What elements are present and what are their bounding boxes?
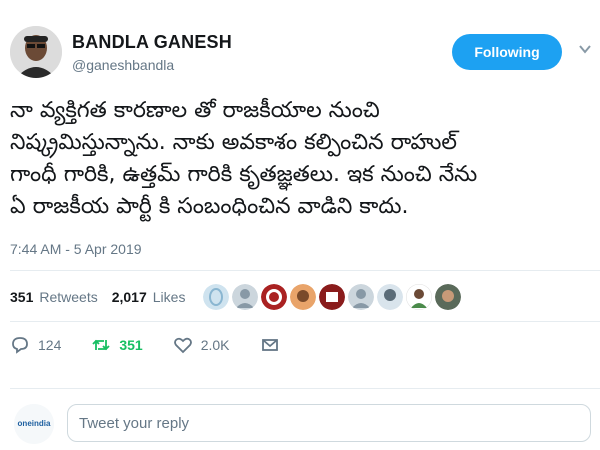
user-handle[interactable]: @ganeshbandla xyxy=(72,57,174,73)
avatar[interactable] xyxy=(10,26,62,78)
retweet-count: 351 xyxy=(119,337,143,353)
message-button[interactable] xyxy=(260,335,280,355)
tweet-text: నా వ్యక్తిగత కారణాల తో రాజకీయాల నుంచి ని… xyxy=(10,95,595,223)
like-button[interactable]: 2.0K xyxy=(173,335,230,355)
likes-count[interactable]: 2,017 xyxy=(112,289,147,305)
tweet-line: ఏ రాజకీయ పార్టీ కి సంబంధించిన వాడిని కాద… xyxy=(10,194,409,219)
liker-avatar[interactable] xyxy=(406,284,432,310)
likes-label[interactable]: Likes xyxy=(153,289,186,305)
divider xyxy=(10,388,600,389)
engagement-stats: 351 Retweets 2,017 Likes xyxy=(10,289,185,305)
chevron-down-icon[interactable] xyxy=(578,42,592,56)
divider xyxy=(10,321,600,322)
reply-input[interactable] xyxy=(67,404,591,442)
envelope-icon xyxy=(261,339,278,351)
liker-avatar[interactable] xyxy=(435,284,461,310)
liker-avatar[interactable] xyxy=(203,284,229,310)
retweet-button[interactable]: 351 xyxy=(91,335,143,355)
reply-icon xyxy=(12,337,28,354)
tweet-line: గాంధీ గారికి, ఉత్తమ్ గారికి కృతజ్ఞతలు. ఇ… xyxy=(10,162,478,187)
tweet-actions: 124 351 2.0K xyxy=(10,335,310,355)
liker-avatar[interactable] xyxy=(319,284,345,310)
tweet-line: నా వ్యక్తిగత కారణాల తో రాజకీయాల నుంచి xyxy=(10,98,380,123)
following-button[interactable]: Following xyxy=(452,34,562,70)
liker-avatars xyxy=(203,284,461,310)
heart-icon xyxy=(173,337,192,354)
logo-text: oneindia xyxy=(18,419,51,428)
like-count: 2.0K xyxy=(200,337,230,353)
retweets-count[interactable]: 351 xyxy=(10,289,33,305)
divider xyxy=(10,270,600,271)
retweet-icon xyxy=(92,339,110,351)
liker-avatar[interactable] xyxy=(348,284,374,310)
reply-count: 124 xyxy=(38,337,62,353)
liker-avatar[interactable] xyxy=(232,284,258,310)
reply-button[interactable]: 124 xyxy=(10,335,61,355)
liker-avatar[interactable] xyxy=(261,284,287,310)
user-name[interactable]: BANDLA GANESH xyxy=(72,32,232,53)
retweets-label[interactable]: Retweets xyxy=(39,289,97,305)
tweet-timestamp[interactable]: 7:44 AM - 5 Apr 2019 xyxy=(10,241,142,257)
oneindia-logo: oneindia xyxy=(14,404,54,444)
liker-avatar[interactable] xyxy=(290,284,316,310)
liker-avatar[interactable] xyxy=(377,284,403,310)
tweet-line: నిష్క్రమిస్తున్నాను. నాకు అవకాశం కల్పించ… xyxy=(10,130,458,155)
